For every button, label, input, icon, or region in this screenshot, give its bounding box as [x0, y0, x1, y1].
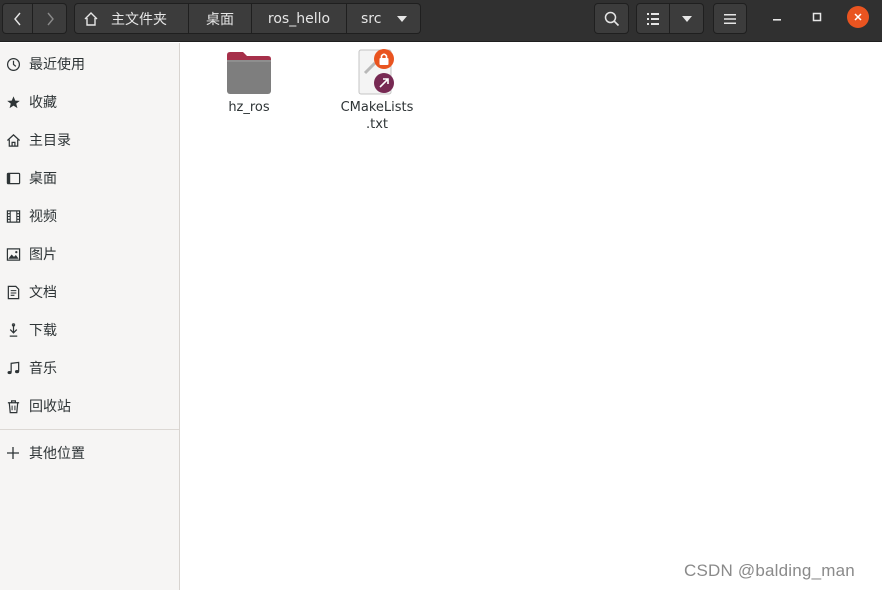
file-item-hz-ros[interactable]: hz_ros	[214, 51, 284, 116]
file-name-line2: .txt	[365, 117, 388, 132]
sidebar-item-pictures[interactable]: 图片	[0, 236, 179, 272]
breadcrumb-desktop[interactable]: 桌面	[189, 3, 252, 34]
sidebar-item-downloads[interactable]: 下载	[0, 312, 179, 348]
image-icon	[5, 246, 21, 262]
music-icon	[5, 360, 21, 376]
sidebar-item-other-locations[interactable]: 其他位置	[0, 435, 179, 471]
file-name: hz_ros	[228, 100, 270, 115]
breadcrumb-label: 主文件夹	[111, 11, 167, 28]
sidebar-item-label: 主目录	[29, 133, 71, 149]
sidebar-item-label: 回收站	[29, 399, 71, 415]
sidebar-item-trash[interactable]: 回收站	[0, 388, 179, 424]
text-file-symlink-icon	[358, 49, 394, 95]
file-item-cmakelists[interactable]: CMakeLists .txt	[334, 49, 420, 133]
sidebar-item-label: 文档	[29, 285, 57, 301]
sidebar: 最近使用 收藏 主目录 桌面 视频 图片 文档 下载 音乐 回收站 其他位置	[0, 43, 180, 590]
sidebar-item-label: 其他位置	[29, 446, 85, 462]
folder-icon	[227, 52, 271, 94]
sidebar-item-label: 最近使用	[29, 57, 85, 73]
watermark: CSDN @balding_man	[684, 561, 855, 580]
sidebar-item-label: 音乐	[29, 361, 57, 377]
star-icon	[5, 94, 21, 110]
sidebar-item-music[interactable]: 音乐	[0, 350, 179, 386]
breadcrumb-home[interactable]: 主文件夹	[74, 3, 189, 34]
clock-icon	[5, 56, 21, 72]
caret-down-icon[interactable]	[397, 15, 408, 22]
minimize-icon	[773, 19, 781, 21]
header-bar: 主文件夹 桌面 ros_hello src	[0, 0, 882, 42]
plus-icon	[5, 445, 21, 461]
chevron-right-icon	[46, 12, 54, 25]
document-icon	[5, 284, 21, 300]
breadcrumb-label: 桌面	[206, 11, 234, 28]
home-icon	[84, 11, 98, 26]
sidebar-item-home[interactable]: 主目录	[0, 122, 179, 158]
list-view-button[interactable]	[636, 3, 670, 34]
breadcrumb: 主文件夹 桌面 ros_hello src	[74, 3, 421, 34]
menu-button[interactable]	[713, 3, 747, 34]
sidebar-item-label: 收藏	[29, 95, 57, 111]
sidebar-item-videos[interactable]: 视频	[0, 198, 179, 234]
sidebar-item-desktop[interactable]: 桌面	[0, 160, 179, 196]
file-name-line1: CMakeLists	[340, 100, 414, 115]
maximize-icon	[812, 12, 822, 22]
film-icon	[5, 208, 21, 224]
hamburger-menu-icon	[724, 13, 736, 24]
download-icon	[5, 322, 21, 338]
maximize-button[interactable]	[806, 6, 828, 28]
desktop-icon	[5, 170, 21, 186]
forward-button[interactable]	[33, 3, 67, 34]
sidebar-item-label: 图片	[29, 247, 57, 263]
search-icon	[604, 11, 619, 26]
breadcrumb-ros-hello[interactable]: ros_hello	[252, 3, 347, 34]
breadcrumb-label: ros_hello	[267, 10, 331, 27]
breadcrumb-src[interactable]: src	[347, 3, 421, 34]
caret-down-icon	[681, 15, 692, 22]
close-button[interactable]	[847, 6, 869, 28]
sidebar-item-label: 下载	[29, 323, 57, 339]
sidebar-item-label: 视频	[29, 209, 57, 225]
file-view[interactable]: hz_ros CMakeLists .txt	[181, 43, 882, 590]
file-name: CMakeLists .txt	[341, 99, 414, 133]
sidebar-separator	[0, 429, 179, 430]
trash-icon	[5, 398, 21, 414]
list-view-icon	[647, 12, 659, 25]
home-icon	[5, 132, 21, 148]
back-button[interactable]	[2, 3, 33, 34]
sidebar-item-starred[interactable]: 收藏	[0, 84, 179, 120]
breadcrumb-label: src	[361, 10, 382, 27]
search-button[interactable]	[594, 3, 629, 34]
chevron-left-icon	[13, 12, 21, 25]
close-icon	[854, 13, 862, 21]
sidebar-item-recent[interactable]: 最近使用	[0, 46, 179, 82]
sidebar-item-documents[interactable]: 文档	[0, 274, 179, 310]
minimize-button[interactable]	[766, 6, 788, 28]
view-options-button[interactable]	[670, 3, 704, 34]
sidebar-item-label: 桌面	[29, 171, 57, 187]
